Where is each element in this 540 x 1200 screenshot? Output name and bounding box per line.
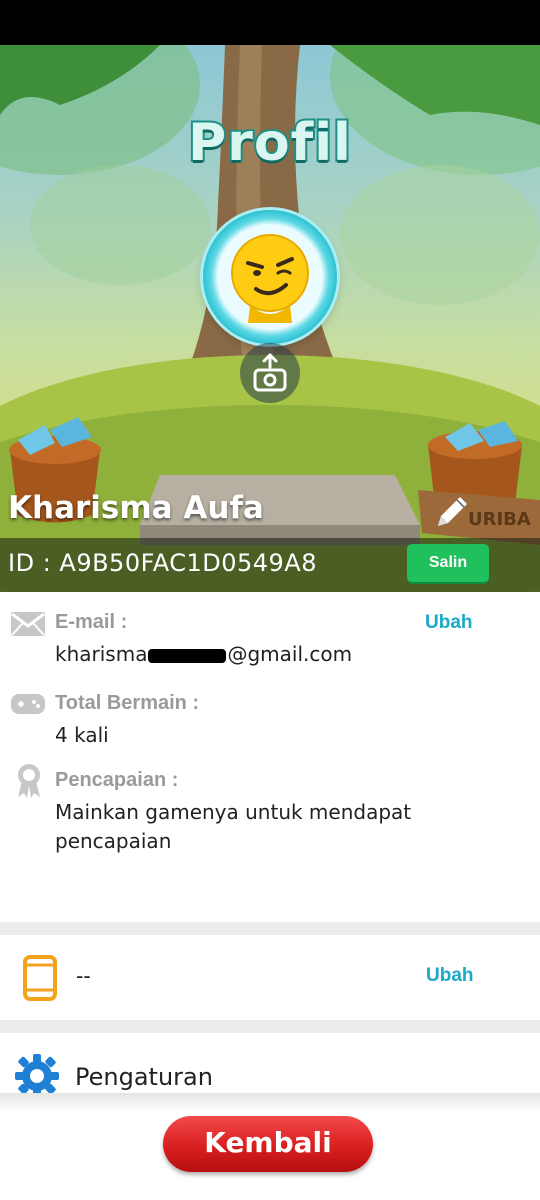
- edit-name-button[interactable]: [432, 492, 472, 532]
- plays-row: Total Bermain : 4 kali: [0, 692, 540, 752]
- change-photo-button[interactable]: [240, 343, 300, 403]
- smirk-face-avatar-icon: [231, 234, 309, 323]
- back-button[interactable]: Kembali: [163, 1116, 373, 1172]
- email-value: kharisma @gmail.com: [55, 640, 352, 669]
- id-bar: ID : A9B50FAC1D0549A8 Salin: [0, 538, 540, 592]
- avatar[interactable]: [203, 210, 337, 344]
- change-email-link[interactable]: Ubah: [425, 612, 473, 634]
- page-title: Profil: [186, 111, 353, 175]
- status-bar: [0, 0, 540, 45]
- achievement-row: Pencapaian : Mainkan gamenya untuk menda…: [0, 764, 540, 869]
- settings-label: Pengaturan: [75, 1063, 213, 1091]
- email-label: E-mail :: [55, 611, 128, 633]
- pencil-icon: [438, 497, 467, 526]
- bottom-bar: Kembali: [0, 1093, 540, 1200]
- gamepad-icon: [11, 694, 45, 714]
- achievement-value: Mainkan gamenya untuk mendapat pencapaia…: [55, 800, 412, 853]
- gear-icon: [15, 1054, 59, 1093]
- email-suffix: @gmail.com: [227, 642, 353, 666]
- award-icon: [18, 764, 40, 798]
- phone-value: --: [76, 963, 91, 988]
- profile-header: URIBA Profil Kharisma Aufa ID : A9B50FAC…: [0, 45, 540, 592]
- change-phone-link[interactable]: Ubah: [426, 965, 474, 987]
- email-prefix: kharisma: [55, 642, 148, 666]
- divider: [0, 922, 540, 935]
- camera-upload-icon: [253, 353, 287, 392]
- settings-row[interactable]: Pengaturan: [0, 1033, 540, 1093]
- account-info: E-mail : Ubah kharisma @gmail.com Total B…: [0, 592, 540, 922]
- email-row: E-mail : Ubah kharisma @gmail.com: [0, 611, 540, 691]
- phone-icon: [23, 955, 57, 1001]
- envelope-icon: [11, 612, 45, 636]
- sign-text: URIBA: [468, 509, 531, 530]
- user-id: ID : A9B50FAC1D0549A8: [8, 549, 317, 577]
- copy-id-button[interactable]: Salin: [407, 544, 489, 582]
- user-name: Kharisma Aufa: [8, 490, 264, 526]
- phone-row: -- Ubah: [0, 935, 540, 1020]
- achievement-label: Pencapaian :: [55, 769, 179, 791]
- plays-value: 4 kali: [55, 723, 109, 747]
- redaction-mark: [148, 648, 227, 663]
- plays-label: Total Bermain :: [55, 692, 200, 714]
- divider: [0, 1020, 540, 1033]
